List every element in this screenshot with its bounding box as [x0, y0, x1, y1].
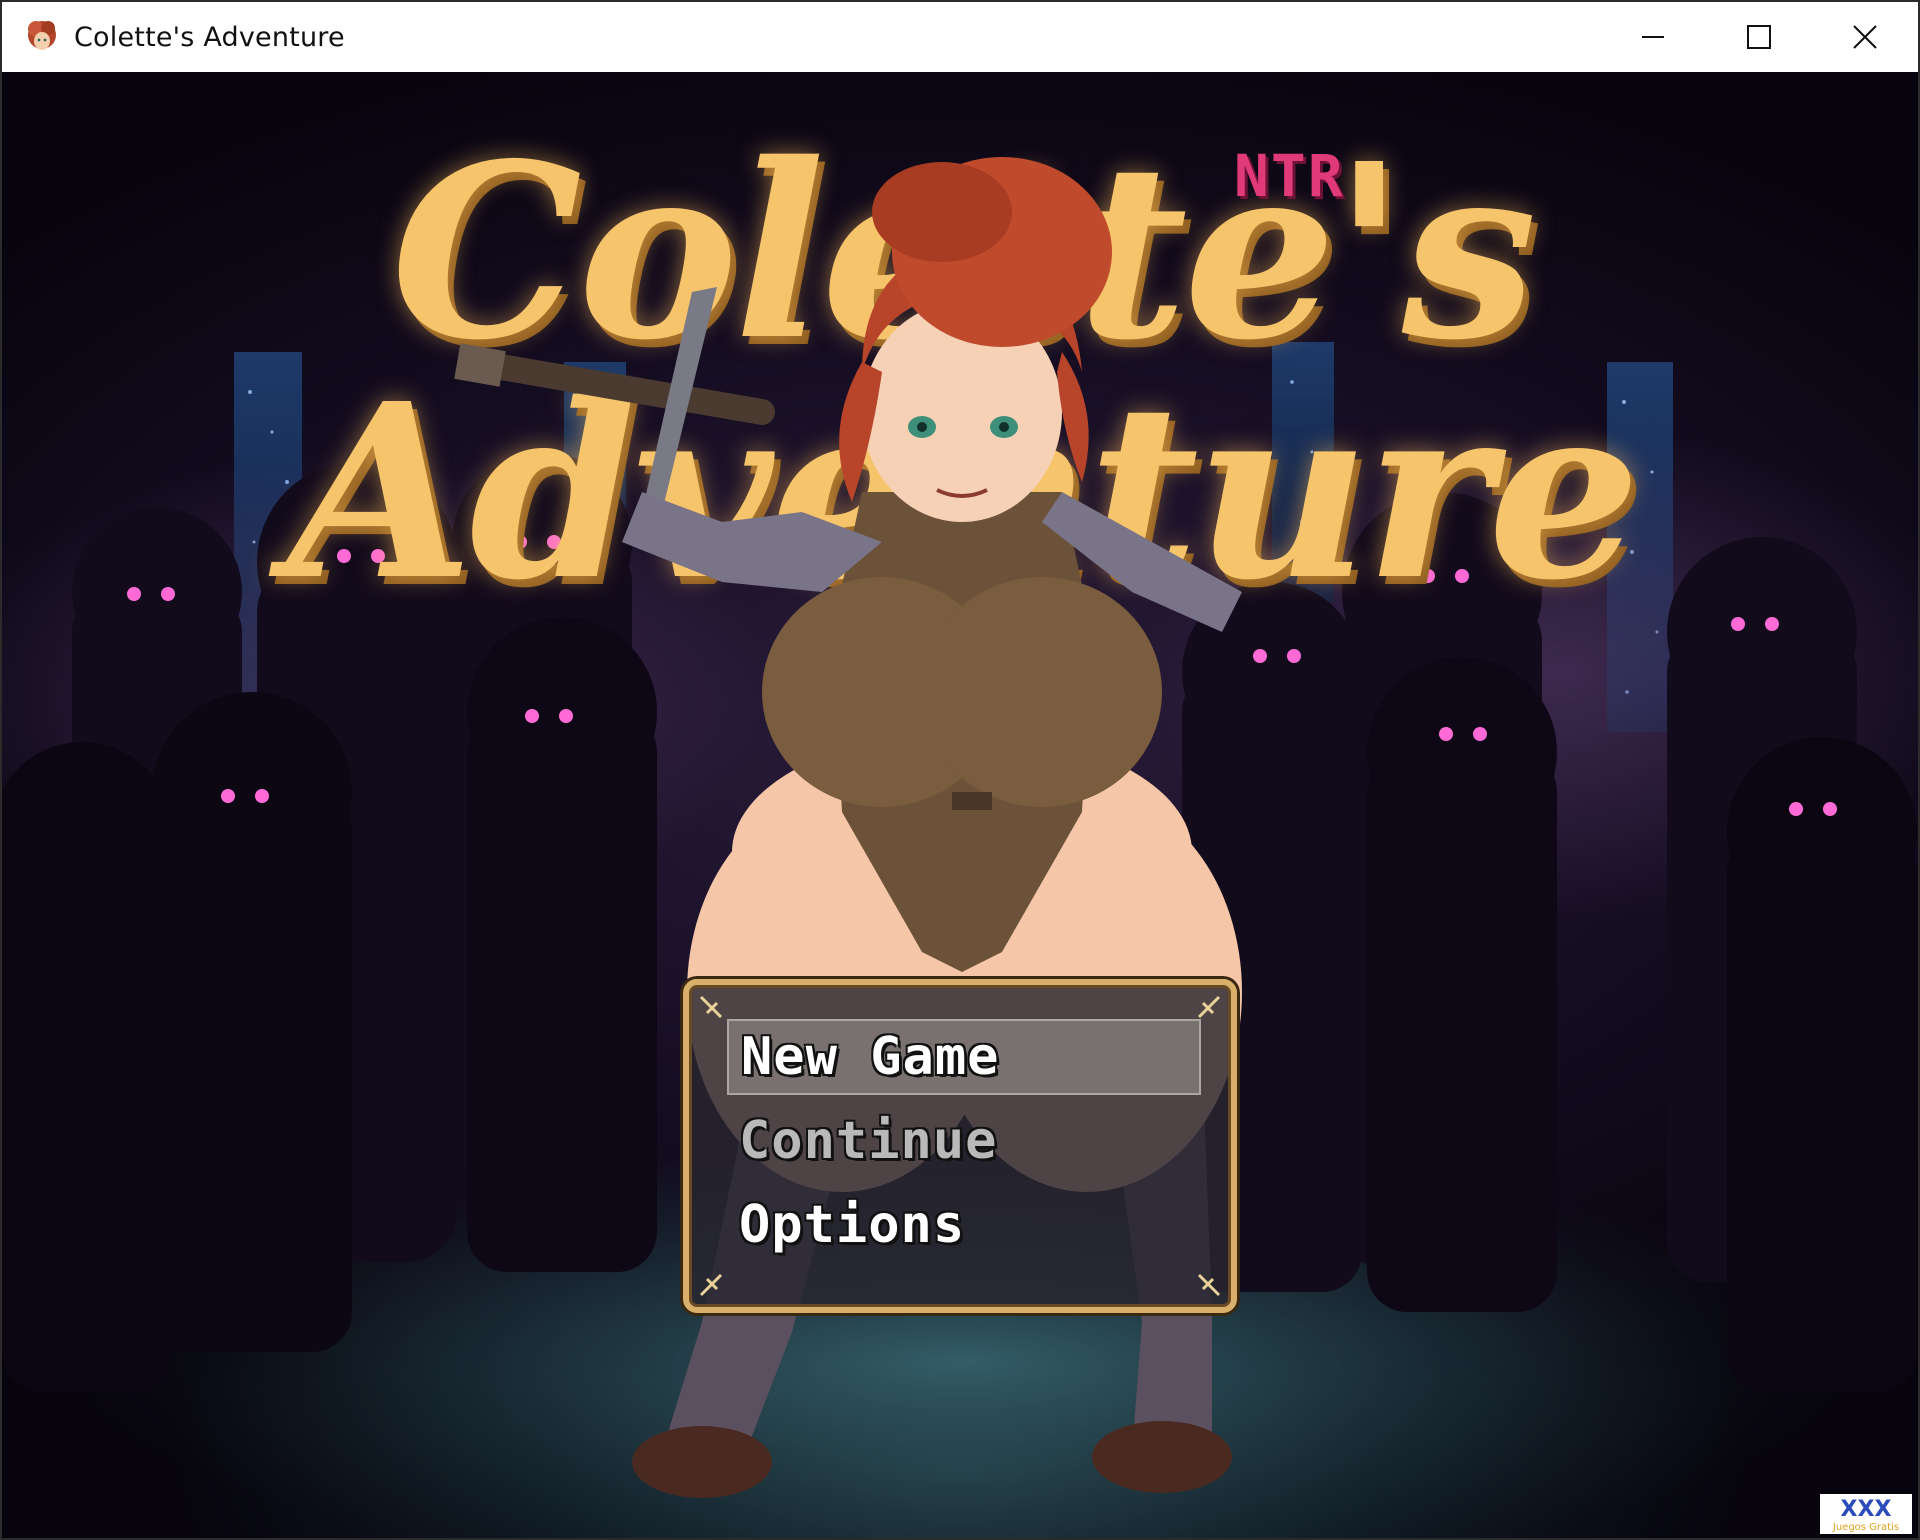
title-menu: New Game Continue Options [683, 979, 1237, 1313]
game-window: Colette's Adventure NTR New Game Continu… [0, 0, 1920, 1540]
corner-sword-icon [1197, 1273, 1221, 1297]
menu-item-options[interactable]: Options [727, 1187, 1201, 1263]
corner-sword-icon [699, 1273, 723, 1297]
game-viewport[interactable]: Colette's Adventure NTR [2, 72, 1918, 1538]
minimize-button[interactable] [1600, 2, 1706, 72]
close-icon [1853, 25, 1877, 49]
close-button[interactable] [1812, 2, 1918, 72]
app-icon [28, 21, 56, 50]
svg-text:Juegos Gratis: Juegos Gratis [1832, 1522, 1899, 1533]
corner-sword-icon [699, 995, 723, 1019]
maximize-button[interactable] [1706, 2, 1812, 72]
site-watermark-logo: XXX Juegos Gratis [1820, 1494, 1912, 1534]
menu-item-continue[interactable]: Continue [727, 1103, 1201, 1179]
minimize-icon [1642, 36, 1664, 38]
menu-item-new-game[interactable]: New Game [727, 1019, 1201, 1095]
game-logo-tag: NTR [1234, 142, 1345, 210]
window-titlebar[interactable]: Colette's Adventure [2, 2, 1918, 72]
maximize-icon [1747, 25, 1771, 49]
window-controls [1600, 2, 1918, 72]
svg-text:XXX: XXX [1841, 1497, 1892, 1522]
character-illustration [454, 157, 1242, 1498]
window-title: Colette's Adventure [74, 21, 345, 53]
